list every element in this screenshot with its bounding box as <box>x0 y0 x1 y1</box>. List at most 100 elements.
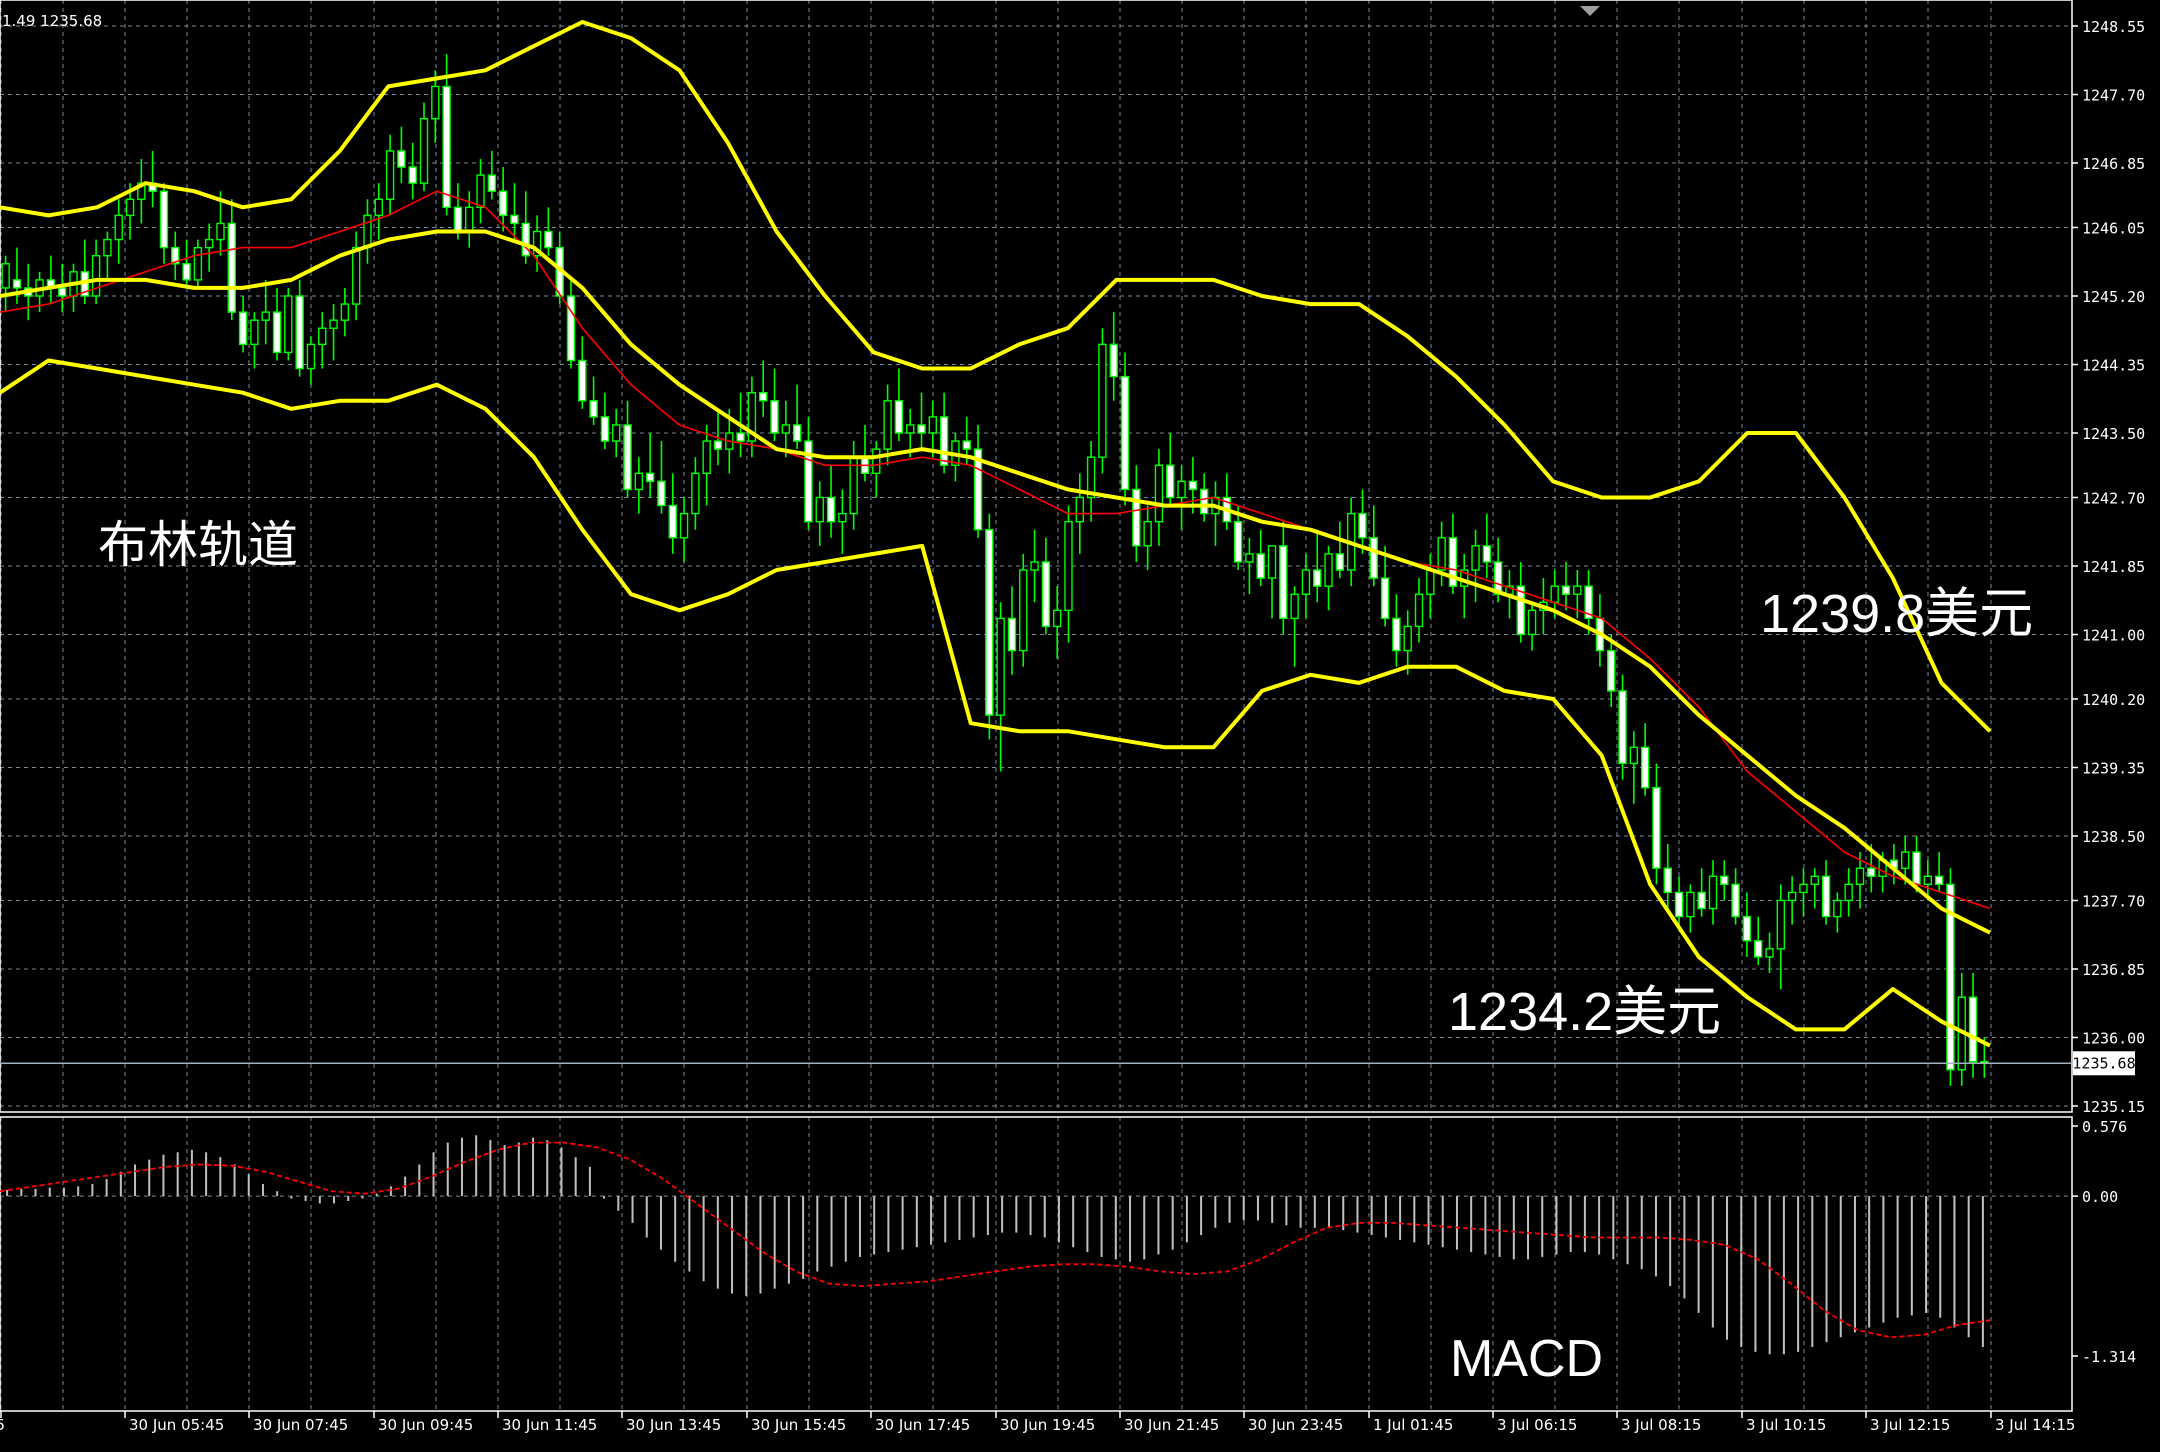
candle-body <box>193 246 203 281</box>
candle-body <box>216 222 225 241</box>
candle-body <box>159 190 169 249</box>
y-tick-label: 1245.20 <box>2082 288 2145 306</box>
candle-body <box>1799 883 1808 894</box>
candle-body <box>623 424 632 491</box>
y-tick-label: 1246.05 <box>2082 219 2145 237</box>
x-tick-label: 30 Jun 23:45 <box>1248 1416 1343 1434</box>
candle-body <box>250 319 259 346</box>
candle-body <box>1674 891 1684 918</box>
candle-body <box>1742 915 1752 942</box>
candle-body <box>872 448 881 475</box>
candle-body <box>1177 480 1186 499</box>
candle-body <box>792 424 802 442</box>
y-tick-label: 1248.55 <box>2082 18 2145 36</box>
scroll-shift-marker-icon[interactable] <box>1580 6 1600 16</box>
candle-body <box>103 238 112 257</box>
candle-body <box>397 150 406 168</box>
candle-body <box>1821 875 1831 918</box>
candle-body <box>340 303 350 321</box>
candle-body <box>1075 496 1085 523</box>
candle-body <box>905 424 915 434</box>
current-price-label: 1235.68 <box>2072 1054 2135 1072</box>
candle-body <box>1154 464 1164 523</box>
upper-band-price-label: 1239.8美元 <box>1760 584 2033 644</box>
candle-body <box>295 295 304 370</box>
candle-body <box>442 85 451 209</box>
candle-body <box>318 327 327 346</box>
candle-body <box>1052 609 1062 628</box>
candle-body <box>928 416 938 434</box>
candle-body <box>815 496 824 523</box>
candle-body <box>1471 545 1480 571</box>
candle-body <box>1313 569 1322 587</box>
candle-body <box>826 496 836 523</box>
candle-body <box>431 85 440 120</box>
candle-body <box>351 246 361 305</box>
y-tick-label: 1236.00 <box>2082 1029 2145 1047</box>
bollinger-label: 布林轨道 <box>98 516 298 574</box>
x-tick-label: 30 Jun 21:45 <box>1124 1416 1219 1434</box>
x-tick-label: 30 Jun 19:45 <box>1000 1416 1095 1434</box>
x-tick-label: 03:45 <box>0 1416 5 1434</box>
macd-indicator <box>0 1135 1991 1355</box>
candle-body <box>261 311 270 321</box>
candle-body <box>1279 545 1288 620</box>
candle-body <box>272 311 282 354</box>
candle-body <box>1652 786 1661 869</box>
candle-body <box>1855 867 1865 886</box>
candle-body <box>487 174 497 192</box>
y-tick-label: 1235.15 <box>2082 1098 2145 1116</box>
candle-body <box>612 424 621 442</box>
grid <box>0 0 2072 1411</box>
candle-body <box>1607 649 1616 692</box>
candle-body <box>1697 891 1706 910</box>
candle-body <box>1233 520 1243 563</box>
candle-body <box>1030 561 1039 571</box>
macd-y-tick-label: -1.314 <box>2082 1348 2136 1366</box>
candle-body <box>227 222 236 313</box>
candle-body <box>284 295 293 354</box>
lower-band-price-label: 1234.2美元 <box>1448 982 1721 1042</box>
candle-body <box>1663 867 1672 894</box>
x-tick-label: 30 Jun 07:45 <box>253 1416 348 1434</box>
candle-body <box>1324 553 1333 587</box>
candle-body <box>1867 867 1876 877</box>
candle-body <box>1301 569 1311 595</box>
candle-body <box>1064 520 1073 612</box>
candle-body <box>1833 899 1842 918</box>
candle-body <box>385 150 395 200</box>
candle-body <box>838 512 847 523</box>
candle-body <box>204 238 214 249</box>
current-price-box: 1235.68 <box>2072 1051 2136 1076</box>
candle-body <box>679 512 689 539</box>
x-tick-label: 30 Jun 11:45 <box>502 1416 597 1434</box>
candle-body <box>1 263 10 289</box>
candle-body <box>1550 585 1559 603</box>
candle-body <box>759 392 768 402</box>
candle-body <box>668 504 677 539</box>
macd-label: MACD <box>1450 1330 1603 1388</box>
candlestick-series <box>1 54 1989 1086</box>
candle-body <box>883 400 892 450</box>
y-tick-label: 1241.85 <box>2082 558 2145 576</box>
candle-body <box>985 529 994 716</box>
macd-y-tick-label: 0.00 <box>2082 1188 2118 1206</box>
candle-body <box>1923 875 1933 886</box>
candle-body <box>1019 569 1028 652</box>
chart-canvas[interactable]: 1248.55 1247.70 1246.85 1246.05 1245.20 1244.… <box>0 0 2160 1448</box>
candle-body <box>238 311 248 346</box>
candle-body <box>1041 561 1051 628</box>
candle-body <box>657 480 666 507</box>
y-tick-label: 1244.35 <box>2082 357 2145 375</box>
candle-body <box>408 166 417 184</box>
x-tick-label: 30 Jun 17:45 <box>875 1416 970 1434</box>
candle-body <box>465 206 474 233</box>
candle-body <box>1765 948 1774 958</box>
candle-body <box>1482 545 1492 563</box>
candle-body <box>1686 891 1695 918</box>
candle-body <box>1290 593 1299 620</box>
ohlc-readout: 1.49 1235.68 <box>2 12 102 30</box>
candle-body <box>894 400 904 434</box>
candle-body <box>510 214 519 225</box>
y-tick-label: 1238.50 <box>2082 828 2145 846</box>
